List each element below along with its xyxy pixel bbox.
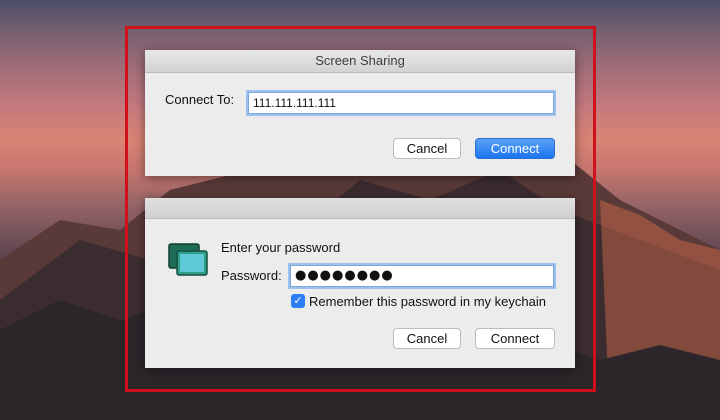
cancel-button[interactable]: Cancel <box>393 328 461 349</box>
connect-to-label: Connect To: <box>165 92 235 107</box>
password-input[interactable]: ●●●●●●●● <box>290 265 554 287</box>
connect-button[interactable]: Connect <box>475 138 555 159</box>
checkmark-icon: ✓ <box>293 294 303 307</box>
password-dialog: Enter your password Password: ●●●●●●●● ✓… <box>145 198 575 368</box>
connect-to-input[interactable]: 111.111.111.111 <box>248 92 554 114</box>
password-prompt: Enter your password <box>221 240 341 255</box>
connect-button[interactable]: Connect <box>475 328 555 349</box>
remember-password-label[interactable]: Remember this password in my keychain <box>309 294 546 309</box>
password-label: Password: <box>221 268 282 283</box>
screen-sharing-icon <box>168 243 208 276</box>
remember-password-checkbox[interactable]: ✓ <box>291 294 305 308</box>
screen-sharing-connect-dialog: Screen Sharing Connect To: 111.111.111.1… <box>145 50 575 176</box>
dialog-title: Screen Sharing <box>145 50 575 73</box>
cancel-button[interactable]: Cancel <box>393 138 461 159</box>
dialog-titlebar <box>145 198 575 219</box>
